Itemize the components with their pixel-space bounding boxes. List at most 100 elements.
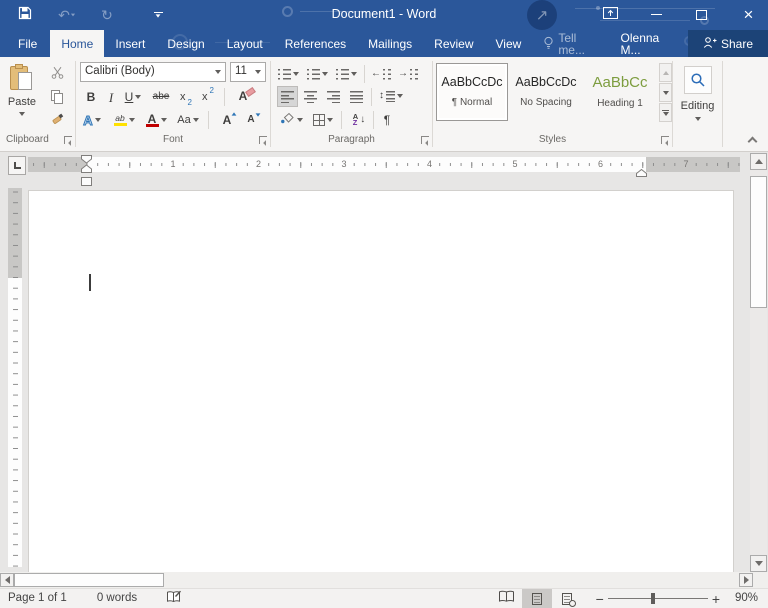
minimize-button[interactable] (639, 0, 673, 29)
italic-button[interactable]: I (103, 87, 119, 107)
styles-group-label: Styles (538, 134, 567, 145)
clear-formatting-button[interactable]: A (231, 86, 257, 107)
show-hide-pilcrow-button[interactable]: ¶ (377, 110, 397, 130)
clipboard-dialog-launcher[interactable] (64, 136, 74, 146)
print-layout-button[interactable] (521, 588, 552, 608)
font-color-button[interactable]: A (142, 110, 170, 130)
tab-home[interactable]: Home (50, 30, 105, 57)
tab-references[interactable]: References (274, 30, 357, 57)
document-page[interactable] (28, 190, 734, 572)
collapse-ribbon-button[interactable] (746, 136, 758, 147)
tab-mailings[interactable]: Mailings (357, 30, 423, 57)
scroll-left-button[interactable] (0, 573, 14, 587)
tab-review[interactable]: Review (423, 30, 484, 57)
tab-insert[interactable]: Insert (104, 30, 156, 57)
zoom-in-button[interactable]: + (708, 589, 724, 608)
share-button[interactable]: Share (687, 30, 768, 57)
tab-layout[interactable]: Layout (216, 30, 274, 57)
underline-button[interactable]: U (121, 87, 145, 107)
maximize-button[interactable] (684, 0, 718, 29)
style-heading-1[interactable]: AaBbCc Heading 1 (584, 63, 656, 121)
multilevel-list-button[interactable] (333, 64, 359, 84)
justify-button[interactable] (346, 86, 367, 107)
font-dialog-launcher[interactable] (259, 136, 269, 146)
styles-scroll-down-button[interactable] (659, 83, 672, 102)
styles-scroll-up-button[interactable] (659, 63, 672, 82)
pilcrow-icon: ¶ (383, 113, 391, 127)
align-right-button[interactable] (323, 86, 344, 107)
scroll-right-button[interactable] (739, 573, 753, 587)
increase-indent-button[interactable]: → (396, 64, 420, 84)
bullets-button[interactable] (275, 64, 301, 84)
font-family-combobox[interactable]: Calibri (Body) (80, 62, 226, 82)
format-painter-icon (50, 113, 64, 129)
subscript-button[interactable]: x2 (176, 87, 196, 107)
copy-button[interactable] (44, 87, 70, 107)
decrease-indent-button[interactable]: ← (369, 64, 393, 84)
ribbon-display-options-icon (602, 6, 618, 23)
styles-dialog-launcher[interactable] (661, 136, 671, 146)
paragraph-dialog-launcher[interactable] (421, 136, 431, 146)
highlight-caret-icon (128, 118, 135, 122)
maximize-icon (695, 9, 707, 20)
shading-button[interactable] (277, 110, 305, 130)
style-normal[interactable]: AaBbCcDc ¶ Normal (436, 63, 508, 121)
vertical-scrollbar-thumb[interactable] (750, 176, 767, 308)
superscript-button[interactable]: x2 (198, 87, 218, 107)
close-icon: × (743, 5, 754, 24)
grow-font-button[interactable]: A (216, 110, 238, 130)
right-indent-marker[interactable] (636, 165, 647, 181)
shrink-font-button[interactable]: A (240, 110, 262, 130)
text-effects-button[interactable]: A (80, 110, 104, 130)
tab-file[interactable]: File (5, 30, 50, 57)
zoom-out-button[interactable]: − (592, 589, 608, 608)
font-color-icon: A (145, 113, 159, 127)
align-left-button[interactable] (277, 86, 298, 107)
tell-me-box[interactable]: Tell me... (532, 30, 603, 57)
tab-view[interactable]: View (485, 30, 533, 57)
font-size-value: 11 (235, 65, 247, 78)
strikethrough-button[interactable]: abe (148, 87, 174, 107)
horizontal-scrollbar[interactable] (0, 572, 768, 588)
mini-separator (224, 88, 225, 106)
scroll-down-button[interactable] (750, 555, 767, 572)
format-painter-button[interactable] (44, 111, 70, 131)
cut-button[interactable] (44, 64, 70, 84)
change-case-button[interactable]: Aa (174, 110, 202, 130)
line-spacing-button[interactable]: ↕ (376, 86, 406, 106)
sort-button[interactable]: A Z ↓ (347, 110, 371, 130)
style-no-spacing[interactable]: AaBbCcDc No Spacing (510, 63, 582, 121)
paste-caret-icon (19, 112, 25, 116)
tab-stop-selector[interactable] (8, 156, 26, 175)
word-count[interactable]: 0 words (91, 589, 143, 608)
editing-button[interactable]: Editing (676, 62, 719, 138)
align-center-button[interactable] (300, 86, 321, 107)
close-button[interactable]: × (729, 0, 768, 29)
text-highlight-button[interactable]: ab (110, 110, 138, 130)
chevron-up-icon (747, 136, 757, 147)
numbering-button[interactable] (304, 64, 330, 84)
font-size-combobox[interactable]: 11 (230, 62, 266, 82)
scroll-up-button[interactable] (750, 153, 767, 170)
bold-button[interactable]: B (82, 87, 100, 107)
paste-button[interactable]: Paste (2, 61, 42, 137)
account-name[interactable]: Olenna M... (610, 30, 680, 57)
horizontal-scrollbar-thumb[interactable] (14, 573, 164, 587)
styles-more-button[interactable] (659, 103, 672, 122)
increase-indent-icon: → (398, 68, 408, 79)
zoom-slider-thumb[interactable] (650, 593, 655, 604)
clipboard-group: Paste Clipboard (0, 60, 75, 148)
tab-design[interactable]: Design (156, 30, 215, 57)
web-layout-button[interactable] (552, 589, 582, 608)
ribbon-display-options-button[interactable] (593, 0, 627, 29)
zoom-slider[interactable] (607, 589, 708, 608)
superscript-icon: x (202, 90, 208, 103)
page-indicator[interactable]: Page 1 of 1 (0, 589, 73, 608)
strikethrough-icon: abe (152, 91, 170, 102)
vertical-scrollbar[interactable] (750, 153, 767, 572)
proofing-status-button[interactable] (159, 589, 188, 608)
zoom-percentage[interactable]: 90% (724, 589, 768, 608)
borders-button[interactable] (309, 110, 337, 130)
paragraph-group: ← → ↕ A Z ↓ ¶ Paragraph (271, 60, 432, 148)
read-mode-button[interactable] (492, 589, 522, 608)
